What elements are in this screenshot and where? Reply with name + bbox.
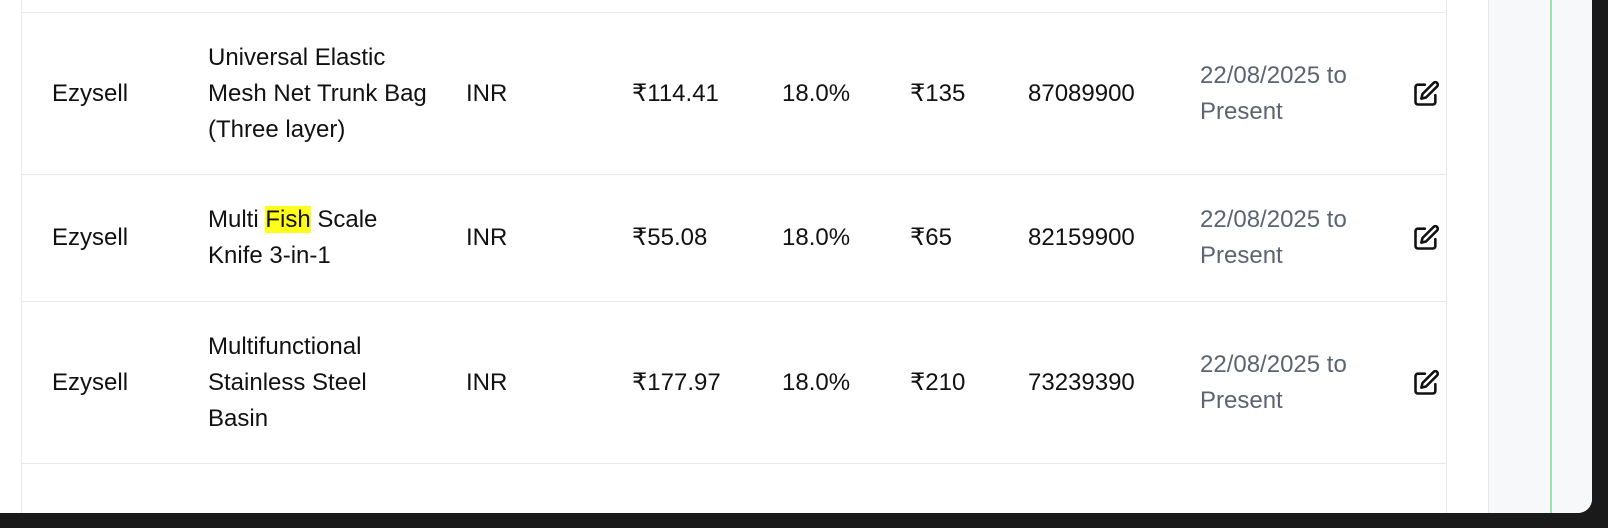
table-row: Ezysell Multifunctional Stainless Steel …: [22, 302, 1446, 464]
currency-text: INR: [466, 224, 508, 251]
seller-cell: Ezysell: [52, 175, 202, 301]
price-text: ₹114.41: [632, 79, 719, 107]
validity-text: 22/08/2025 to Present: [1200, 61, 1347, 125]
products-table: Ezysell Universal Elastic Mesh Net Trunk…: [21, 0, 1447, 513]
product-name-text: Multi Fish Scale Knife 3-in-1: [208, 202, 428, 274]
hsn-cell: 87089900: [1028, 13, 1178, 174]
mrp-cell: ₹135: [910, 13, 1000, 174]
table-row: Ezysell Universal Elastic Mesh Net Trunk…: [22, 13, 1446, 175]
mrp-cell: ₹65: [910, 175, 1000, 301]
price-cell: ₹177.97: [632, 302, 752, 463]
seller-text: Ezysell: [52, 79, 129, 107]
actions-cell: [1411, 302, 1451, 463]
table-row: Ezysell Multi Fish Scale Knife 3-in-1 IN…: [22, 175, 1446, 302]
seller-cell: Ezysell: [52, 302, 202, 463]
hsn-text: 87089900: [1028, 79, 1135, 107]
seller-text: Ezysell: [52, 368, 129, 396]
edit-button[interactable]: [1411, 79, 1441, 109]
price-text: ₹177.97: [632, 368, 721, 396]
tax-text: 18.0%: [782, 224, 851, 251]
hsn-cell: 73239390: [1028, 302, 1178, 463]
side-panel: [1488, 0, 1551, 513]
validity-cell: 22/08/2025 to Present: [1200, 13, 1370, 174]
actions-cell: [1411, 175, 1451, 301]
currency-cell: INR: [466, 13, 566, 174]
table-row-partial: [22, 0, 1446, 13]
hsn-text: 73239390: [1028, 368, 1135, 396]
currency-text: INR: [466, 368, 508, 396]
currency-cell: INR: [466, 175, 566, 301]
tax-cell: 18.0%: [782, 302, 882, 463]
price-cell: ₹114.41: [632, 13, 752, 174]
hsn-text: 82159900: [1028, 224, 1135, 251]
currency-text: INR: [466, 79, 508, 107]
hsn-cell: 82159900: [1028, 175, 1178, 301]
product-name-text: Multifunctional Stainless Steel Basin: [208, 332, 367, 432]
seller-text: Ezysell: [52, 224, 129, 251]
tax-cell: 18.0%: [782, 13, 882, 174]
validity-cell: 22/08/2025 to Present: [1200, 175, 1370, 301]
price-text: ₹55.08: [632, 224, 708, 251]
mrp-text: ₹65: [910, 224, 952, 251]
side-panel-edge: [1552, 0, 1592, 513]
edit-icon: [1414, 80, 1440, 106]
price-cell: ₹55.08: [632, 175, 752, 301]
edit-icon: [1414, 224, 1440, 250]
tax-text: 18.0%: [782, 79, 851, 107]
product-name-text: Universal Elastic Mesh Net Trunk Bag (Th…: [208, 43, 427, 143]
validity-text: 22/08/2025 to Present: [1200, 350, 1347, 414]
product-name-cell: Universal Elastic Mesh Net Trunk Bag (Th…: [208, 13, 428, 174]
search-highlight: Fish: [265, 206, 311, 233]
product-name-cell: Multifunctional Stainless Steel Basin: [208, 302, 428, 463]
actions-cell: [1411, 13, 1451, 174]
product-name-pre: Multi: [208, 206, 266, 233]
tax-text: 18.0%: [782, 368, 851, 396]
product-name-cell: Multi Fish Scale Knife 3-in-1: [208, 175, 428, 301]
seller-cell: Ezysell: [52, 13, 202, 174]
mrp-cell: ₹210: [910, 302, 1000, 463]
edit-button[interactable]: [1411, 223, 1441, 253]
validity-text: 22/08/2025 to Present: [1200, 206, 1347, 269]
edit-button[interactable]: [1411, 368, 1441, 398]
validity-cell: 22/08/2025 to Present: [1200, 302, 1370, 463]
app-window: Ezysell Universal Elastic Mesh Net Trunk…: [0, 0, 1592, 513]
edit-icon: [1414, 369, 1440, 395]
currency-cell: INR: [466, 302, 566, 463]
tax-cell: 18.0%: [782, 175, 882, 301]
mrp-text: ₹210: [910, 368, 966, 396]
mrp-text: ₹135: [910, 79, 966, 107]
